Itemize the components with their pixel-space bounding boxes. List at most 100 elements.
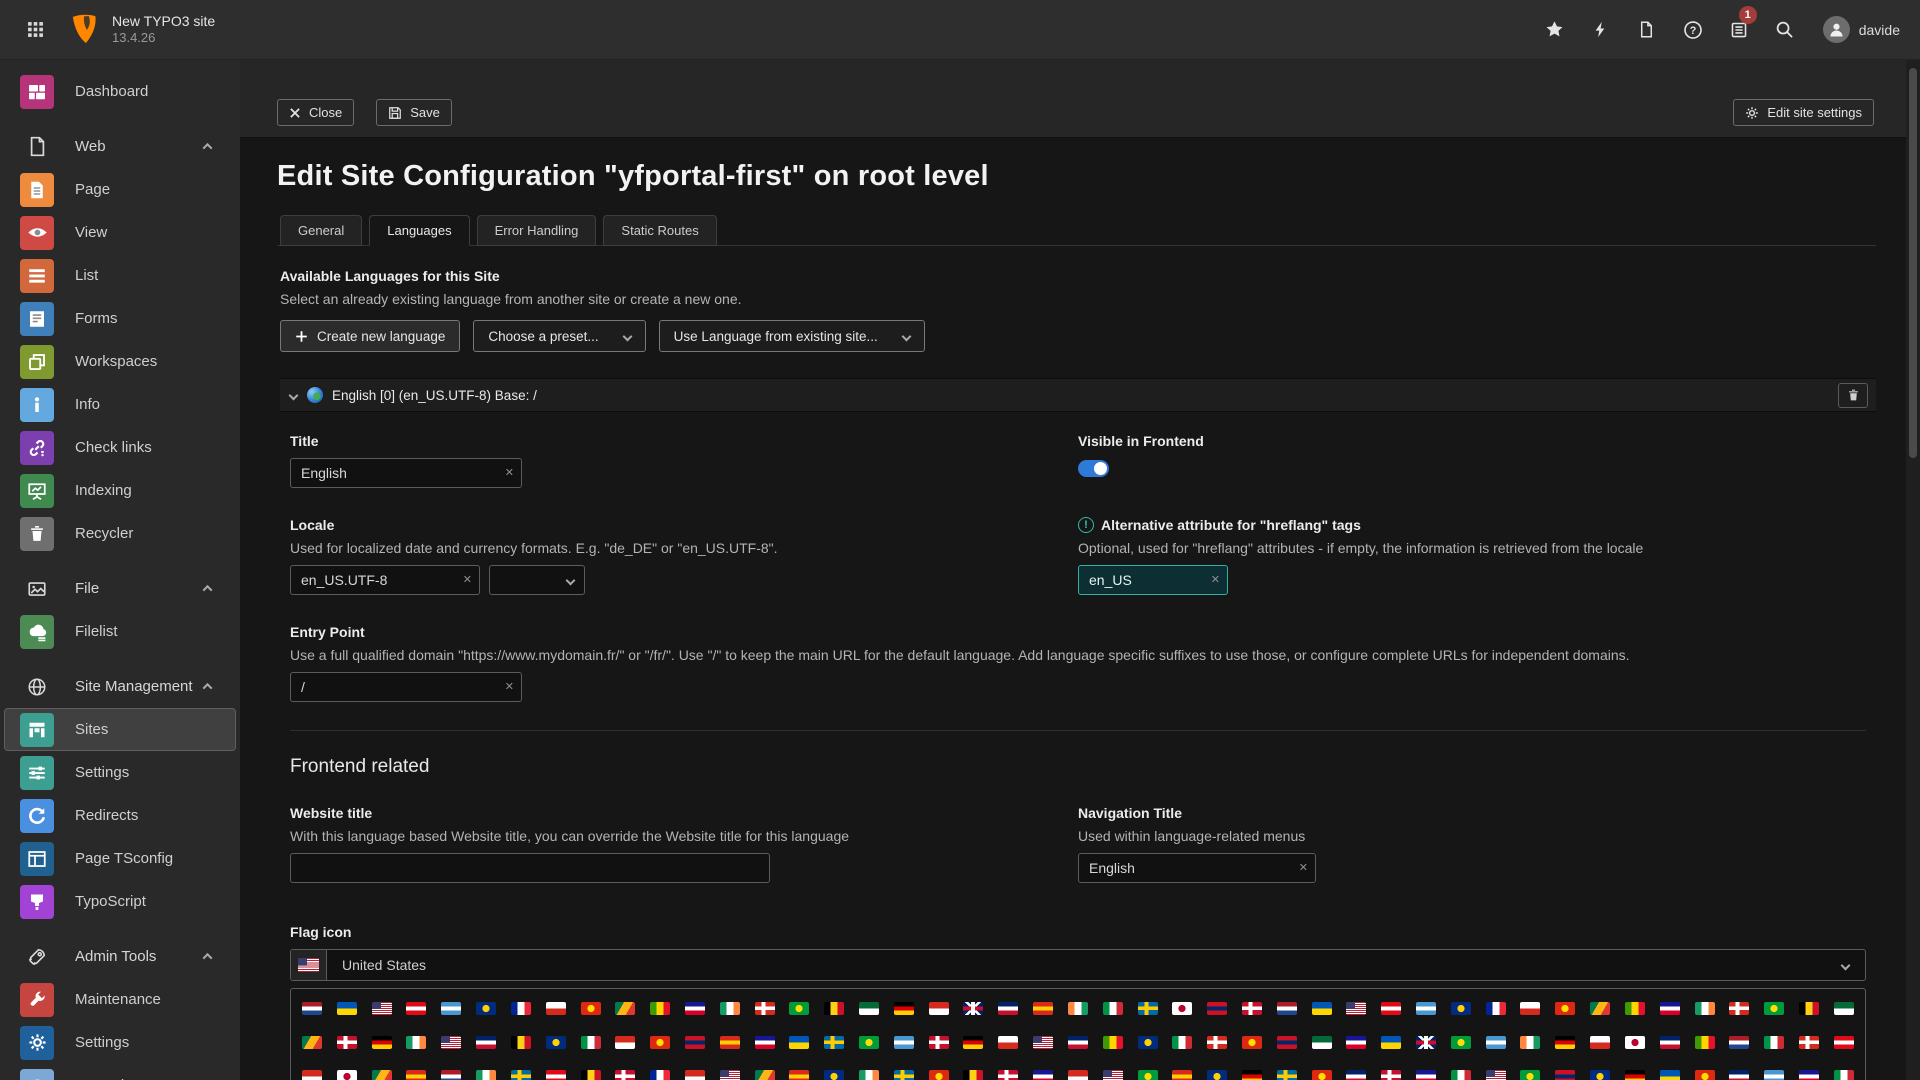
country-flag-option[interactable] [476,1002,496,1015]
country-flag-option[interactable] [1312,1002,1332,1015]
country-flag-option[interactable] [441,1070,461,1080]
country-flag-option[interactable] [581,1036,601,1049]
country-flag-option[interactable] [1277,1036,1297,1049]
locale-preset-select[interactable] [489,565,585,595]
country-flag-option[interactable] [1312,1036,1332,1049]
clear-icon[interactable] [463,575,472,586]
country-flag-option[interactable] [1729,1036,1749,1049]
country-flag-option[interactable] [1695,1036,1715,1049]
locale-input[interactable] [290,565,480,595]
country-flag-option[interactable] [1242,1036,1262,1049]
country-flag-option[interactable] [1834,1002,1854,1015]
title-input[interactable] [290,458,522,488]
sidebar-item-settings[interactable]: Settings [4,751,236,794]
modulemenu-toggle-button[interactable] [14,9,56,51]
typo3-brand[interactable]: New TYPO3 site 13.4.26 [70,13,215,47]
choose-preset-select[interactable]: Choose a preset... [473,320,645,352]
country-flag-option[interactable] [1660,1002,1680,1015]
search-button[interactable] [1765,10,1805,50]
sidebar-group-site-management[interactable]: Site Management [4,665,236,708]
country-flag-option[interactable] [1590,1070,1610,1080]
country-flag-option[interactable] [1033,1070,1053,1080]
country-flag-option[interactable] [650,1036,670,1049]
country-flag-option[interactable] [511,1002,531,1015]
country-flag-option[interactable] [1346,1036,1366,1049]
navigation-title-input[interactable] [1078,853,1316,883]
sidebar-group-file[interactable]: File [4,567,236,610]
country-flag-option[interactable] [1451,1002,1471,1015]
clear-icon[interactable] [1299,863,1308,874]
country-flag-option[interactable] [1416,1036,1436,1049]
country-flag-option[interactable] [302,1070,322,1080]
country-flag-option[interactable] [1834,1070,1854,1080]
country-flag-option[interactable] [1729,1002,1749,1015]
country-flag-option[interactable] [1799,1070,1819,1080]
language-card-header[interactable]: English [0] (en_US.UTF-8) Base: / [280,378,1876,412]
country-flag-option[interactable] [824,1036,844,1049]
country-flag-option[interactable] [929,1070,949,1080]
country-flag-option[interactable] [1555,1036,1575,1049]
country-flag-option[interactable] [1172,1036,1192,1049]
country-flag-option[interactable] [615,1036,635,1049]
country-flag-option[interactable] [1625,1002,1645,1015]
country-flag-option[interactable] [1207,1002,1227,1015]
country-flag-option[interactable] [1660,1036,1680,1049]
sidebar-item-check-links[interactable]: Check links [4,426,236,469]
country-flag-option[interactable] [1451,1070,1471,1080]
country-flag-option[interactable] [1381,1036,1401,1049]
country-flag-option[interactable] [1729,1070,1749,1080]
sidebar-item-typoscript[interactable]: TypoScript [4,880,236,923]
country-flag-option[interactable] [1033,1002,1053,1015]
sidebar-item-info[interactable]: Info [4,383,236,426]
sidebar-item-list[interactable]: List [4,254,236,297]
country-flag-option[interactable] [1695,1002,1715,1015]
help-button[interactable]: ? [1673,10,1713,50]
opendocs-button[interactable]: 1 [1719,10,1759,50]
clear-icon[interactable] [505,682,514,693]
country-flag-option[interactable] [406,1002,426,1015]
country-flag-option[interactable] [720,1070,740,1080]
country-flag-option[interactable] [1068,1070,1088,1080]
country-flag-option[interactable] [685,1036,705,1049]
clear-icon[interactable] [505,468,514,479]
country-flag-option[interactable] [372,1036,392,1049]
country-flag-option[interactable] [1555,1002,1575,1015]
country-flag-option[interactable] [1590,1036,1610,1049]
country-flag-option[interactable] [1834,1036,1854,1049]
country-flag-option[interactable] [650,1070,670,1080]
tab-languages[interactable]: Languages [369,215,469,246]
country-flag-option[interactable] [963,1070,983,1080]
sidebar-group-admin-tools[interactable]: Admin Tools [4,935,236,978]
country-flag-option[interactable] [546,1002,566,1015]
country-flag-option[interactable] [1277,1070,1297,1080]
save-button[interactable]: Save [376,99,452,126]
sidebar-item-workspaces[interactable]: Workspaces [4,340,236,383]
country-flag-option[interactable] [650,1002,670,1015]
country-flag-option[interactable] [1660,1070,1680,1080]
country-flag-option[interactable] [755,1036,775,1049]
country-flag-option[interactable] [1764,1036,1784,1049]
country-flag-option[interactable] [406,1036,426,1049]
sidebar-item-maintenance[interactable]: Maintenance [4,978,236,1021]
country-flag-option[interactable] [755,1070,775,1080]
country-flag-option[interactable] [1451,1036,1471,1049]
new-document-button[interactable] [1627,10,1667,50]
country-flag-option[interactable] [998,1070,1018,1080]
delete-language-button[interactable] [1838,383,1868,408]
country-flag-option[interactable] [302,1002,322,1015]
sidebar-item-redirects[interactable]: Redirects [4,794,236,837]
country-flag-option[interactable] [1068,1002,1088,1015]
sidebar-item-settings[interactable]: Settings [4,1021,236,1064]
country-flag-option[interactable] [615,1070,635,1080]
country-flag-option[interactable] [1207,1036,1227,1049]
country-flag-option[interactable] [894,1070,914,1080]
country-flag-option[interactable] [1520,1002,1540,1015]
country-flag-option[interactable] [1172,1070,1192,1080]
country-flag-option[interactable] [1172,1002,1192,1015]
country-flag-option[interactable] [1486,1070,1506,1080]
edit-site-settings-button[interactable]: Edit site settings [1733,99,1874,126]
country-flag-option[interactable] [859,1002,879,1015]
country-flag-option[interactable] [1033,1036,1053,1049]
country-flag-option[interactable] [1068,1036,1088,1049]
close-button[interactable]: Close [277,99,354,126]
